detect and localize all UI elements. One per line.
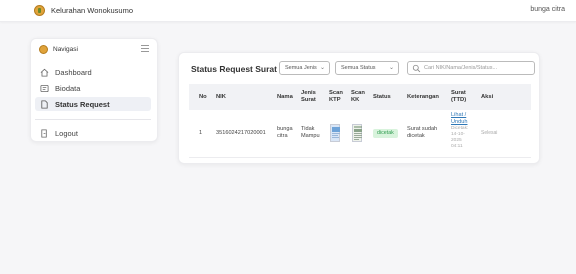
user-menu[interactable]: bunga citra: [530, 6, 565, 13]
brand-name: Kelurahan Wonokusumo: [51, 6, 133, 15]
filter-status-value: Semua Status: [341, 65, 376, 71]
cell-nik: 3516024217020001: [216, 130, 266, 136]
sidebar-item-label: Dashboard: [55, 68, 92, 77]
column-header-line: Surat: [451, 90, 466, 96]
column-header-line: (TTD): [451, 97, 467, 103]
table-header: No NIK Nama Jenis Surat Scan KTP Scan KK…: [189, 84, 531, 110]
sidebar-header: Navigasi: [31, 39, 157, 59]
cell-no: 1: [199, 130, 203, 136]
sidebar: Navigasi Dashboard Biodata Status Reques…: [30, 38, 158, 142]
hamburger-menu-icon[interactable]: [139, 43, 151, 54]
logout-icon: [41, 129, 47, 138]
column-header-jenis-surat: Jenis Surat: [301, 90, 316, 104]
column-header-aksi: Aksi: [481, 94, 494, 100]
sidebar-item-biodata[interactable]: Biodata: [35, 81, 151, 95]
cell-keterangan: Surat sudah dicetak: [407, 126, 437, 140]
table-row: 1 3516024217020001 bunga citra Tidak Mam…: [189, 110, 531, 158]
cell-nama: bunga citra: [277, 126, 293, 140]
column-header-scan-ktp: Scan KTP: [329, 90, 343, 104]
column-header-line: Jenis: [301, 90, 316, 96]
chevron-down-icon: ⌄: [319, 65, 325, 71]
sidebar-item-label: Logout: [55, 129, 78, 138]
scan-kk-thumbnail[interactable]: [352, 124, 362, 142]
column-header-line: Surat: [301, 97, 316, 103]
column-header-no: No: [199, 94, 207, 100]
column-header-nik: NIK: [216, 94, 226, 100]
sidebar-item-dashboard[interactable]: Dashboard: [35, 65, 151, 79]
sidebar-item-status-request[interactable]: Status Request: [35, 97, 151, 111]
cell-line: citra: [277, 133, 288, 139]
column-header-surat-ttd: Surat (TTD): [451, 90, 466, 104]
filter-jenis-select[interactable]: Semua Jenis ⌄: [279, 61, 330, 75]
sidebar-divider: [35, 119, 151, 120]
column-header-line: Scan: [351, 90, 365, 96]
cell-aksi: Selesai: [481, 130, 498, 136]
cell-surat-ttd: Lihat / Unduh Dicetak: 14-10- 2025 04:11: [451, 112, 468, 150]
view-download-link[interactable]: Lihat /: [451, 112, 468, 119]
column-header-scan-kk: Scan KK: [351, 90, 365, 104]
scan-ktp-thumbnail[interactable]: [330, 124, 340, 142]
column-header-status: Status: [373, 94, 391, 100]
ktp-image-icon: [332, 127, 340, 138]
search-placeholder: Cari NIK/Nama/Jenis/Status...: [424, 65, 498, 71]
cell-line: Surat sudah: [407, 126, 438, 132]
cell-line: Tidak: [301, 126, 315, 132]
cell-line: dicetak: [407, 133, 425, 139]
search-input[interactable]: Cari NIK/Nama/Jenis/Status...: [407, 61, 535, 75]
printed-time-value: 04:11: [451, 144, 463, 149]
sidebar-logo-icon: [39, 45, 48, 54]
view-download-link[interactable]: Unduh: [451, 119, 468, 126]
filter-jenis-value: Semua Jenis: [285, 65, 317, 71]
top-bar: Kelurahan Wonokusumo bunga citra: [0, 0, 576, 22]
column-header-line: KTP: [329, 97, 341, 103]
chevron-down-icon: ⌄: [388, 65, 394, 71]
column-header-line: KK: [351, 97, 360, 103]
column-header-keterangan: Keterangan: [407, 94, 439, 100]
cell-jenis-surat: Tidak Mampu: [301, 126, 320, 140]
column-header-nama: Nama: [277, 94, 293, 100]
sidebar-item-logout[interactable]: Logout: [35, 126, 151, 140]
status-request-card: Status Request Surat Semua Jenis ⌄ Semua…: [178, 52, 540, 164]
search-icon: [412, 64, 421, 73]
filter-status-select[interactable]: Semua Status ⌄: [335, 61, 399, 75]
document-icon: [41, 100, 48, 109]
sidebar-item-label: Biodata: [55, 84, 81, 93]
cell-line: bunga: [277, 126, 293, 132]
column-header-line: Scan: [329, 90, 343, 96]
cell-line: Mampu: [301, 133, 320, 139]
kk-image-icon: [354, 126, 362, 140]
home-icon: [40, 68, 49, 77]
brand-logo-icon: [34, 5, 45, 16]
page-title: Status Request Surat: [191, 64, 277, 74]
sidebar-title: Navigasi: [53, 46, 78, 53]
id-card-icon: [40, 84, 49, 93]
sidebar-item-label: Status Request: [55, 100, 110, 109]
status-badge: dicetak: [373, 129, 398, 138]
